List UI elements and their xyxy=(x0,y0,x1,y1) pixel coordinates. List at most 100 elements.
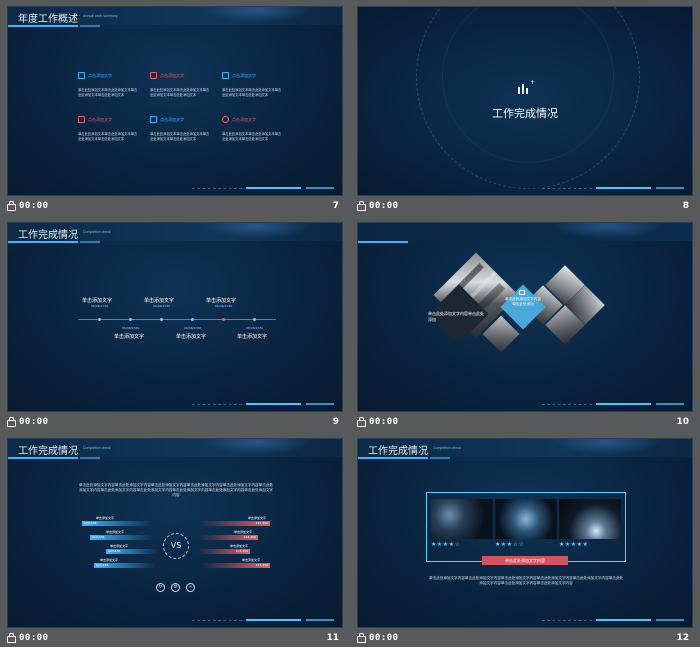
slide-canvas: 工作完成情况 Completion check 单击添加文字 06/06/203… xyxy=(7,222,343,412)
comparison-bar: 123,456 xyxy=(94,563,156,568)
comparison-bar: 123,456 xyxy=(198,549,250,554)
slide-footer: 00:00 9 xyxy=(7,415,343,431)
slide-canvas: 单击此处添加文字内容单击此处添加 单击此处添加文字内容单击此处添加 xyxy=(357,222,693,412)
star-rating: ★★★★★ xyxy=(559,541,589,548)
feature-item: 点击添加文字 单击此处添加文本单击此处添加文本单击此处添加文本单击此处添加文本 xyxy=(222,72,282,97)
slide-number: 12 xyxy=(676,633,689,643)
feature-item: 点击添加文字 单击此处添加文本单击此处添加文本单击此处添加文本单击此处添加文本 xyxy=(222,116,282,141)
slide-number: 7 xyxy=(332,201,339,211)
timeline-date: 06/06/2030 xyxy=(184,326,202,330)
timeline-label: 单击添加文字 xyxy=(144,298,175,304)
footer-accent-lines xyxy=(596,187,686,189)
slide-title: 工作完成情况 xyxy=(368,446,428,457)
timeline-dot xyxy=(129,318,132,321)
timeline-dot xyxy=(222,318,225,321)
building-icon xyxy=(150,116,157,123)
slide-thumbnail-12[interactable]: 工作完成情况 Completion check ★★★★☆ ★★★☆☆ ★★★★… xyxy=(357,438,693,647)
diamond-text: 单击此处添加文字内容单击此处添加 xyxy=(428,311,484,322)
slide-thumbnail-11[interactable]: 工作完成情况 Completion check 单击此处添加文字内容单击此处添加… xyxy=(7,438,343,647)
slide-canvas: + 工作完成情况 xyxy=(357,6,693,196)
timeline-label: 单击添加文字 xyxy=(237,334,268,340)
space-photo xyxy=(495,499,557,539)
slide-title: 年度工作概述 xyxy=(18,14,78,25)
timeline-date: 06/06/2030 xyxy=(122,326,140,330)
timeline-date: 06/06/2030 xyxy=(246,326,264,330)
timeline-date: 06/06/2030 xyxy=(215,304,233,308)
slide-timing: 00:00 xyxy=(19,201,49,211)
timing-icon xyxy=(7,633,16,643)
slide-thumbnail-8[interactable]: + 工作完成情况 00:00 8 xyxy=(357,6,693,218)
slide-number: 10 xyxy=(676,417,689,427)
space-photo xyxy=(559,499,621,539)
space-photo xyxy=(431,499,493,539)
comparison-bar: 123,456 xyxy=(200,535,258,540)
slide-subtitle: Completion check xyxy=(83,446,111,450)
comparison-bar: 123,456 xyxy=(200,563,270,568)
slide-timing: 00:00 xyxy=(369,201,399,211)
comparison-bar: 123,456 xyxy=(90,535,152,540)
feature-item: 点击添加文字 单击此处添加文本单击此处添加文本单击此处添加文本单击此处添加文本 xyxy=(78,116,138,141)
slide-subtitle: Completion check xyxy=(433,446,461,450)
calendar-icon xyxy=(150,72,157,79)
footer-accent-lines xyxy=(246,187,336,189)
timeline-dot xyxy=(98,318,101,321)
chat-icon xyxy=(519,290,525,295)
timeline-axis xyxy=(78,319,276,320)
section-title: 工作完成情况 xyxy=(492,107,558,120)
timing-icon xyxy=(357,201,366,211)
slide-thumbnail-10[interactable]: 单击此处添加文字内容单击此处添加 单击此处添加文字内容单击此处添加 00:00 … xyxy=(357,222,693,434)
comparison-bar: 123,456 xyxy=(82,521,152,526)
slide-timing: 00:00 xyxy=(369,417,399,427)
timeline-label: 单击添加文字 xyxy=(176,334,207,340)
slide-number: 9 xyxy=(332,417,339,427)
comparison-bar: 123,456 xyxy=(200,521,270,526)
caption-banner: 单击此处添加文字内容 xyxy=(482,556,568,565)
timeline-label: 单击添加文字 xyxy=(114,334,145,340)
slide-footer: 00:00 7 xyxy=(7,199,343,215)
body-paragraph: 单击此处添加文字内容单击此处添加文字内容单击此处添加文字内容单击此处添加文字内容… xyxy=(428,576,624,585)
slide-canvas: 年度工作概述 Annual work summary 点击添加文字 单击此处添加… xyxy=(7,6,343,196)
timeline-label: 单击添加文字 xyxy=(206,298,237,304)
timeline-dot xyxy=(253,318,256,321)
bag-icon xyxy=(78,72,85,79)
grid-icon xyxy=(222,72,229,79)
timeline-date: 06/06/2030 xyxy=(153,304,171,308)
timeline-dot xyxy=(191,318,194,321)
diamond-text: 单击此处添加文字内容单击此处添加 xyxy=(505,297,541,306)
slide-footer: 00:00 12 xyxy=(357,631,693,647)
slide-title: 工作完成情况 xyxy=(18,446,78,457)
star-rating: ★★★☆☆ xyxy=(495,541,525,548)
vs-badge: VS xyxy=(163,533,189,559)
body-paragraph: 单击此处添加文字内容单击此处添加文字内容单击此处添加文字内容单击此处添加文字内容… xyxy=(78,483,274,497)
slide-footer: 00:00 8 xyxy=(357,199,693,215)
feature-item: 点击添加文字 单击此处添加文本单击此处添加文本单击此处添加文本单击此处添加文本 xyxy=(150,72,210,97)
comparison-bar: 123,456 xyxy=(106,549,158,554)
timeline-label: 单击添加文字 xyxy=(82,298,113,304)
feature-item: 点击添加文字 单击此处添加文本单击此处添加文本单击此处添加文本单击此处添加文本 xyxy=(150,116,210,141)
slide-number: 8 xyxy=(682,201,689,211)
timeline-date: 06/06/2030 xyxy=(91,304,109,308)
slide-timing: 00:00 xyxy=(369,633,399,643)
feature-item: 点击添加文字 单击此处添加文本单击此处添加文本单击此处添加文本单击此处添加文本 xyxy=(78,72,138,97)
refresh-icon: ↻ xyxy=(156,583,165,592)
slide-footer: 00:00 10 xyxy=(357,415,693,431)
slide-subtitle: Completion check xyxy=(83,230,111,234)
slide-number: 11 xyxy=(326,633,339,643)
star-rating: ★★★★☆ xyxy=(431,541,461,548)
link-icon: ∞ xyxy=(186,583,195,592)
header-accent-line xyxy=(8,25,78,27)
slide-thumbnail-9[interactable]: 工作完成情况 Completion check 单击添加文字 06/06/203… xyxy=(7,222,343,434)
slide-footer: 00:00 11 xyxy=(7,631,343,647)
settings-icon: ⚙ xyxy=(171,583,180,592)
slide-timing: 00:00 xyxy=(19,417,49,427)
slide-canvas: 工作完成情况 Completion check ★★★★☆ ★★★☆☆ ★★★★… xyxy=(357,438,693,628)
slide-timing: 00:00 xyxy=(19,633,49,643)
bar-chart-icon: + xyxy=(518,79,535,94)
slide-canvas: 工作完成情况 Completion check 单击此处添加文字内容单击此处添加… xyxy=(7,438,343,628)
slide-thumbnail-7[interactable]: 年度工作概述 Annual work summary 点击添加文字 单击此处添加… xyxy=(7,6,343,218)
share-icon xyxy=(78,116,85,123)
timing-icon xyxy=(357,417,366,427)
timing-icon xyxy=(7,417,16,427)
timeline-dot xyxy=(160,318,163,321)
timing-icon xyxy=(357,633,366,643)
